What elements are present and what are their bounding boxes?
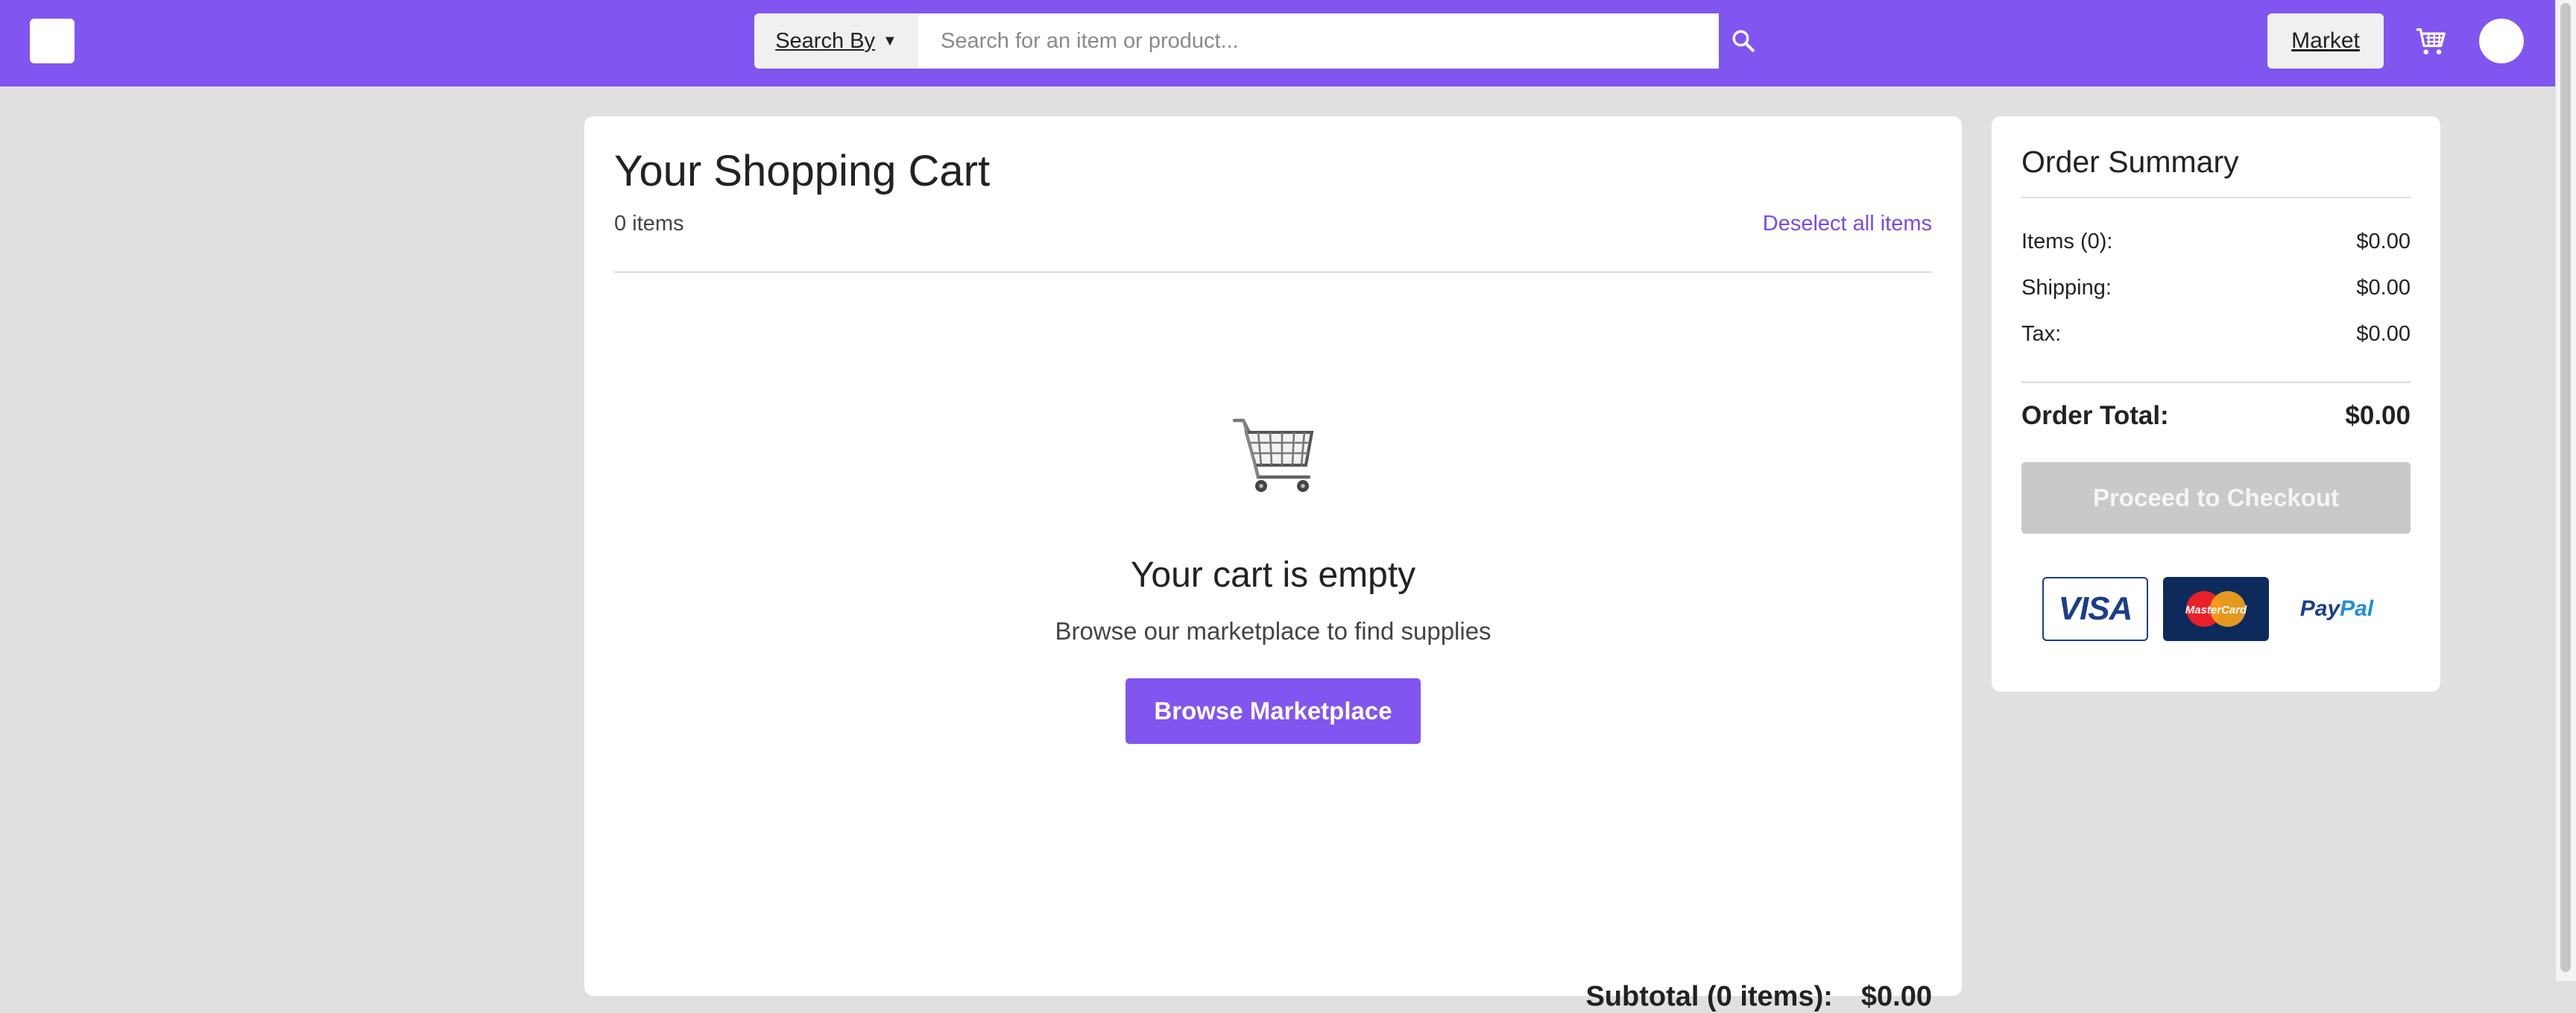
cart-panel: Your Shopping Cart 0 items Deselect all … [584,116,1962,1012]
shopping-cart-icon [1232,418,1314,492]
summary-row-tax: Tax: $0.00 [2021,322,2411,347]
subtotal-value: $0.00 [1860,981,1932,1012]
mastercard-text: MasterCard [2185,604,2247,616]
search-icon [1732,30,1755,52]
avatar[interactable] [2479,19,2524,63]
page-scrollbar[interactable] [2555,0,2576,981]
shipping-value: $0.00 [2356,276,2411,300]
items-value: $0.00 [2356,230,2411,253]
order-total-value: $0.00 [2345,401,2411,430]
order-total-label: Order Total: [2021,401,2169,430]
search-bar: Search By ▼ [754,13,1756,69]
summary-row-items: Items (0): $0.00 [2021,230,2411,254]
mastercard-logo: MasterCard [2163,577,2269,641]
item-count: 0 items [614,212,684,236]
empty-cart-title: Your cart is empty [1130,555,1416,595]
dropdown-arrow-icon: ▼ [883,32,897,49]
scrollbar-thumb[interactable] [2560,3,2571,972]
items-label: Items (0): [2021,230,2113,253]
divider [2021,197,2411,198]
order-summary-title: Order Summary [2021,145,2239,179]
browse-marketplace-button[interactable]: Browse Marketplace [1126,678,1421,744]
search-by-dropdown[interactable]: Search By ▼ [754,13,918,69]
logo[interactable] [30,19,75,63]
summary-row-shipping: Shipping: $0.00 [2021,276,2411,300]
divider [2021,382,2411,383]
search-button[interactable] [1719,13,1756,69]
paypal-pal-text: Pal [2340,596,2374,621]
visa-logo: VISA [2042,577,2148,641]
search-by-label: Search By [775,28,875,53]
subtotal-label: Subtotal (0 items): [1585,981,1833,1012]
tax-label: Tax: [2021,322,2062,346]
page-title: Your Shopping Cart [614,147,991,195]
top-navbar: Search By ▼ Market [0,0,2555,86]
subtotal: Subtotal (0 items): $0.00 [1585,981,1932,1013]
empty-cart-subtitle: Browse our marketplace to find supplies [1055,617,1491,645]
payment-methods: VISA MasterCard Pay Pal [2021,577,2411,641]
paypal-logo: Pay Pal [2284,577,2390,641]
deselect-all-link[interactable]: Deselect all items [1763,212,1932,236]
summary-row-total: Order Total: $0.00 [2021,401,2411,431]
order-summary-panel: Order Summary Items (0): $0.00 Shipping:… [1992,116,2440,692]
paypal-pay-text: Pay [2299,596,2340,621]
shipping-label: Shipping: [2021,276,2112,300]
proceed-to-checkout-button[interactable]: Proceed to Checkout [2021,462,2411,534]
cart-icon[interactable] [2415,27,2448,57]
market-button[interactable]: Market [2267,13,2384,69]
mastercard-circles-icon: MasterCard [2185,591,2247,627]
search-input[interactable] [918,13,1719,69]
divider [614,271,1932,273]
tax-value: $0.00 [2356,322,2411,346]
